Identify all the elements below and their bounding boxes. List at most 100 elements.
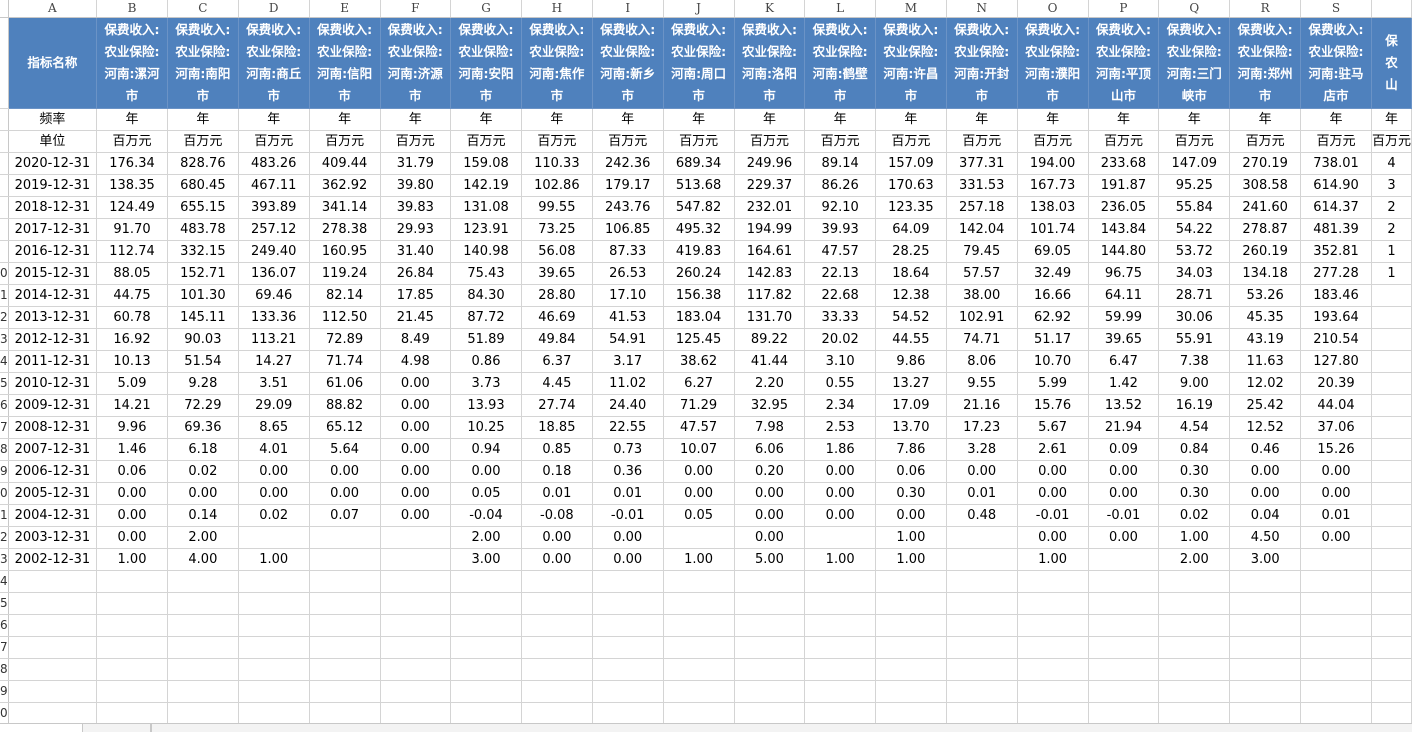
value-cell[interactable]: 513.68 bbox=[663, 174, 735, 197]
value-cell[interactable]: 142.04 bbox=[946, 218, 1018, 241]
empty-cell[interactable] bbox=[238, 636, 310, 659]
empty-cell[interactable] bbox=[734, 702, 806, 725]
row-number[interactable]: 0 bbox=[0, 482, 9, 505]
empty-cell[interactable] bbox=[521, 636, 593, 659]
empty-cell[interactable] bbox=[238, 680, 310, 703]
value-cell[interactable]: 1.00 bbox=[875, 548, 947, 571]
value-cell[interactable]: 38.62 bbox=[663, 350, 735, 373]
frequency-cell[interactable]: 年 bbox=[96, 108, 168, 131]
empty-cell[interactable] bbox=[96, 614, 168, 637]
value-cell[interactable]: 64.09 bbox=[875, 218, 947, 241]
empty-cell[interactable] bbox=[380, 680, 452, 703]
value-cell[interactable]: 5.99 bbox=[1017, 372, 1089, 395]
value-cell[interactable]: 72.89 bbox=[309, 328, 381, 351]
value-cell[interactable] bbox=[1371, 482, 1412, 505]
indicator-name-cell[interactable]: 保费收入: 农业保险: 河南:开封市 bbox=[946, 17, 1018, 109]
value-cell[interactable]: 46.69 bbox=[521, 306, 593, 329]
value-cell[interactable]: 47.57 bbox=[663, 416, 735, 439]
value-cell[interactable]: 229.37 bbox=[734, 174, 806, 197]
value-cell[interactable]: 6.37 bbox=[521, 350, 593, 373]
empty-cell[interactable] bbox=[450, 592, 522, 615]
empty-cell[interactable] bbox=[8, 636, 98, 659]
value-cell[interactable]: 29.09 bbox=[238, 394, 310, 417]
value-cell[interactable]: 60.78 bbox=[96, 306, 168, 329]
column-header[interactable]: J bbox=[663, 0, 735, 18]
value-cell[interactable]: 54.91 bbox=[592, 328, 664, 351]
value-cell[interactable]: 127.80 bbox=[1300, 350, 1372, 373]
value-cell[interactable] bbox=[1371, 350, 1412, 373]
column-header[interactable]: K bbox=[734, 0, 806, 18]
empty-cell[interactable] bbox=[309, 614, 381, 637]
empty-cell[interactable] bbox=[309, 658, 381, 681]
value-cell[interactable]: 7.38 bbox=[1158, 350, 1231, 373]
empty-cell[interactable] bbox=[450, 636, 522, 659]
value-cell[interactable]: 28.25 bbox=[875, 240, 947, 263]
empty-cell[interactable] bbox=[521, 658, 593, 681]
value-cell[interactable]: 0.02 bbox=[238, 504, 310, 527]
empty-cell[interactable] bbox=[1371, 636, 1412, 659]
value-cell[interactable]: 4.98 bbox=[380, 350, 452, 373]
value-cell[interactable]: 51.54 bbox=[167, 350, 239, 373]
value-cell[interactable]: 101.74 bbox=[1017, 218, 1089, 241]
empty-cell[interactable] bbox=[238, 702, 310, 725]
value-cell[interactable]: 84.30 bbox=[450, 284, 522, 307]
row-number[interactable]: 2 bbox=[0, 526, 9, 549]
value-cell[interactable]: 11.02 bbox=[592, 372, 664, 395]
empty-cell[interactable] bbox=[1371, 592, 1412, 615]
empty-cell[interactable] bbox=[238, 658, 310, 681]
value-cell[interactable]: 0.18 bbox=[521, 460, 593, 483]
value-cell[interactable]: 0.00 bbox=[663, 482, 735, 505]
value-cell[interactable]: 167.73 bbox=[1017, 174, 1089, 197]
value-cell[interactable]: 0.30 bbox=[1158, 482, 1231, 505]
value-cell[interactable]: 112.50 bbox=[309, 306, 381, 329]
row-number[interactable] bbox=[0, 130, 9, 153]
empty-cell[interactable] bbox=[380, 570, 452, 593]
value-cell[interactable]: 56.08 bbox=[521, 240, 593, 263]
value-cell[interactable]: 7.86 bbox=[875, 438, 947, 461]
unit-cell[interactable]: 百万元 bbox=[1229, 130, 1302, 153]
value-cell[interactable] bbox=[1371, 526, 1412, 549]
value-cell[interactable]: 22.13 bbox=[804, 262, 876, 285]
value-cell[interactable]: 0.00 bbox=[1300, 526, 1372, 549]
empty-cell[interactable] bbox=[450, 614, 522, 637]
value-cell[interactable]: 3 bbox=[1371, 174, 1412, 197]
value-cell[interactable]: 138.03 bbox=[1017, 196, 1089, 219]
empty-cell[interactable] bbox=[663, 614, 735, 637]
date-cell[interactable]: 2006-12-31 bbox=[8, 460, 98, 483]
value-cell[interactable]: 233.68 bbox=[1088, 152, 1160, 175]
frequency-cell[interactable]: 年 bbox=[309, 108, 381, 131]
value-cell[interactable]: 243.76 bbox=[592, 196, 664, 219]
value-cell[interactable]: 44.04 bbox=[1300, 394, 1372, 417]
value-cell[interactable] bbox=[946, 548, 1018, 571]
empty-cell[interactable] bbox=[946, 658, 1018, 681]
empty-cell[interactable] bbox=[1088, 570, 1160, 593]
value-cell[interactable]: 257.18 bbox=[946, 196, 1018, 219]
value-cell[interactable]: 117.82 bbox=[734, 284, 806, 307]
value-cell[interactable]: 3.00 bbox=[450, 548, 522, 571]
date-cell[interactable]: 2008-12-31 bbox=[8, 416, 98, 439]
empty-cell[interactable] bbox=[96, 658, 168, 681]
value-cell[interactable]: 82.14 bbox=[309, 284, 381, 307]
column-header[interactable]: M bbox=[875, 0, 947, 18]
empty-cell[interactable] bbox=[1371, 658, 1412, 681]
row-number[interactable]: 8 bbox=[0, 658, 9, 681]
value-cell[interactable]: 1.00 bbox=[1158, 526, 1231, 549]
empty-cell[interactable] bbox=[167, 680, 239, 703]
value-cell[interactable]: 31.40 bbox=[380, 240, 452, 263]
date-cell[interactable]: 2019-12-31 bbox=[8, 174, 98, 197]
empty-cell[interactable] bbox=[1088, 680, 1160, 703]
value-cell[interactable]: 134.18 bbox=[1229, 262, 1302, 285]
value-cell[interactable]: 1.00 bbox=[238, 548, 310, 571]
unit-cell[interactable]: 百万元 bbox=[450, 130, 522, 153]
empty-cell[interactable] bbox=[663, 570, 735, 593]
indicator-name-cell[interactable]: 保费收入: 农业保险: 河南:郑州市 bbox=[1229, 17, 1302, 109]
empty-cell[interactable] bbox=[1088, 658, 1160, 681]
empty-cell[interactable] bbox=[8, 614, 98, 637]
row-number[interactable]: 5 bbox=[0, 372, 9, 395]
value-cell[interactable]: 0.00 bbox=[592, 526, 664, 549]
value-cell[interactable]: 308.58 bbox=[1229, 174, 1302, 197]
empty-cell[interactable] bbox=[1229, 570, 1302, 593]
value-cell[interactable]: 27.74 bbox=[521, 394, 593, 417]
empty-cell[interactable] bbox=[804, 680, 876, 703]
empty-cell[interactable] bbox=[1229, 592, 1302, 615]
